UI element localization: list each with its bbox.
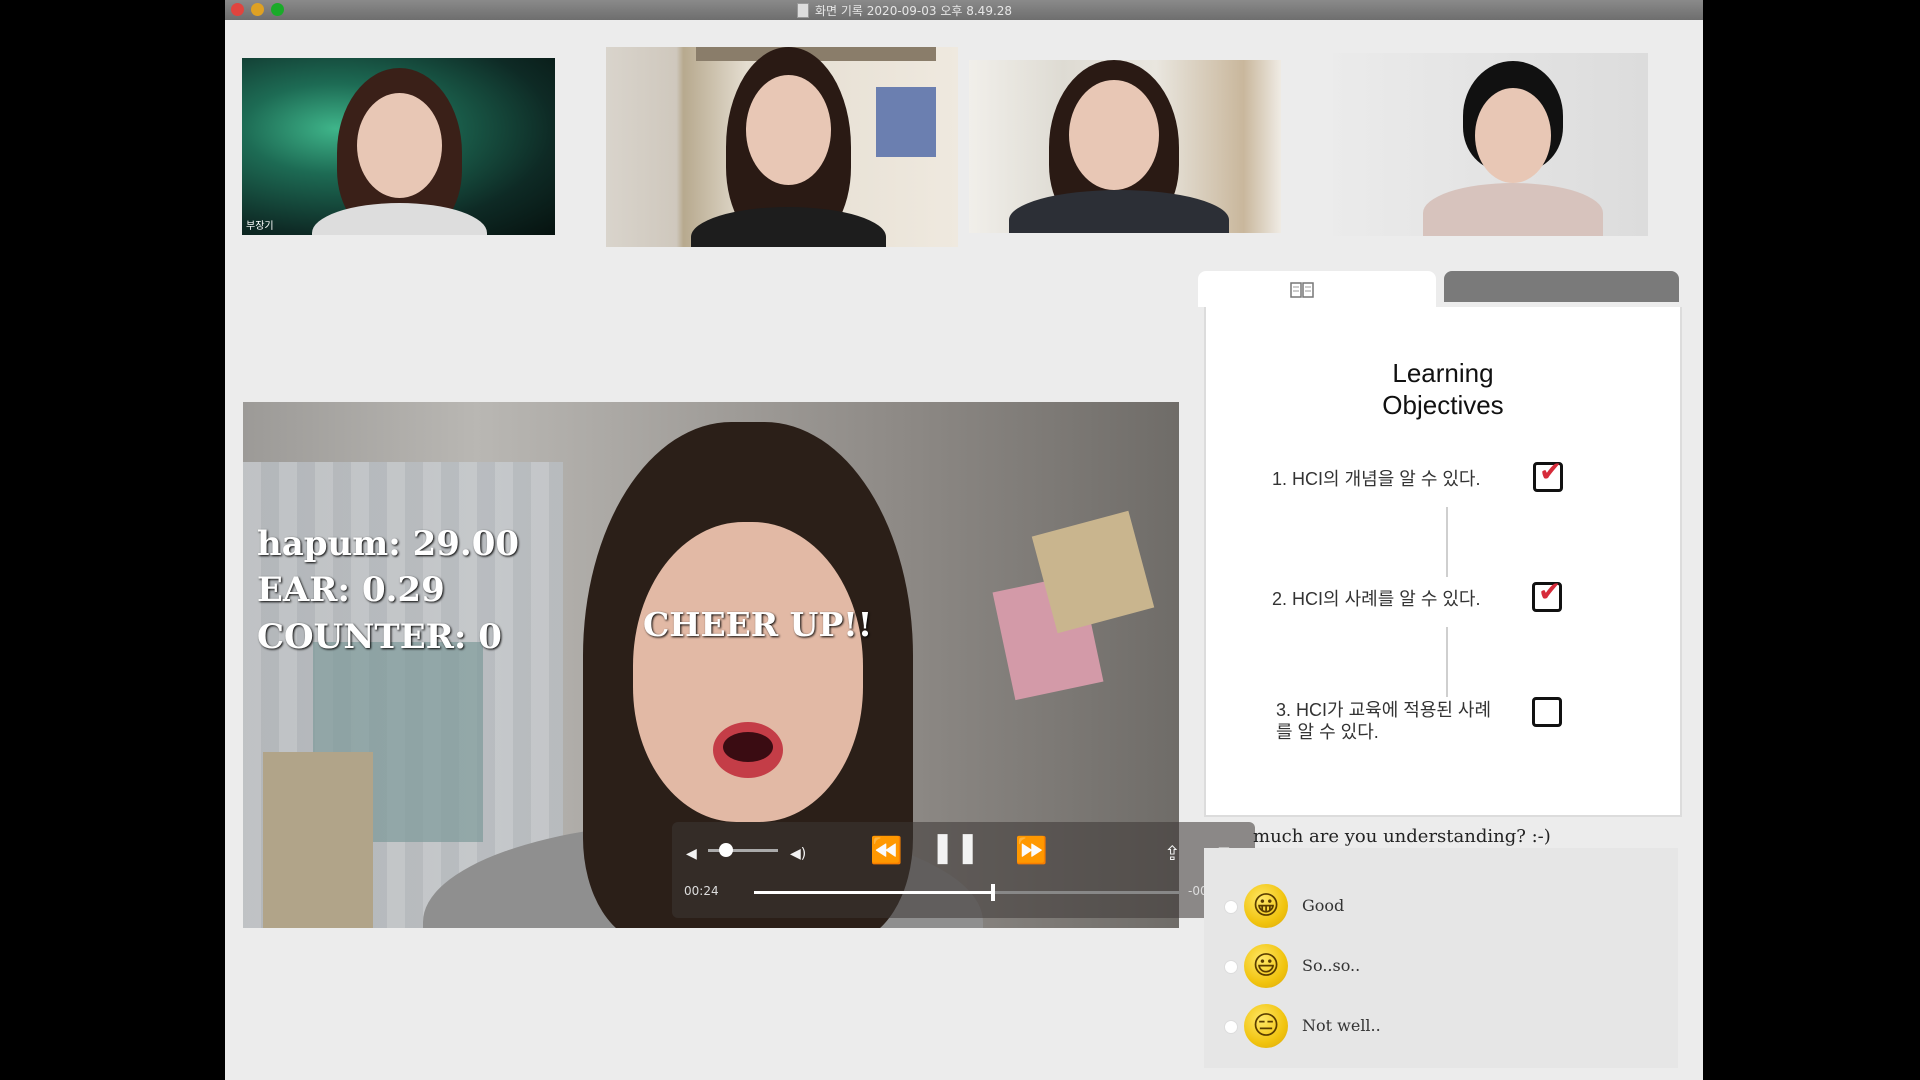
window-titlebar: 화면 기록 2020-09-03 오후 8.49.28 <box>225 0 1703 20</box>
participant-face <box>746 75 831 185</box>
screen-recording: 화면 기록 2020-09-03 오후 8.49.28 부장기 hapum: 2… <box>225 0 1703 1080</box>
participant-body <box>691 207 886 247</box>
poll-option-so-so[interactable]: 😃 So..so.. <box>1204 938 1678 994</box>
participant-tile-2[interactable] <box>606 47 958 247</box>
yawn-metric: hapum: 29.00 <box>257 524 520 564</box>
ear-metric: EAR: 0.29 <box>257 570 445 610</box>
volume-low-icon[interactable]: ◀ <box>686 841 697 867</box>
smiling-face-icon: 😃 <box>1244 944 1288 988</box>
poll-option-not-well[interactable]: 😑 Not well.. <box>1204 998 1678 1054</box>
bookshelf-books <box>876 87 936 157</box>
poll-option-label: Good <box>1302 896 1345 915</box>
participant-body <box>312 203 487 235</box>
poll-radio[interactable] <box>1224 960 1238 974</box>
understanding-poll: 😀 Good 😃 So..so.. 😑 Not well.. <box>1204 848 1678 1068</box>
document-icon <box>797 3 809 18</box>
time-elapsed: 00:24 <box>684 884 719 898</box>
learning-objectives-title: Learning Objectives <box>1206 357 1680 421</box>
poll-radio[interactable] <box>1224 1020 1238 1034</box>
close-window-button[interactable] <box>231 3 244 16</box>
objective-3-checkbox[interactable] <box>1532 697 1562 727</box>
maximize-window-button[interactable] <box>271 3 284 16</box>
objective-connector <box>1446 507 1448 577</box>
fast-forward-icon[interactable]: ⏩ <box>1015 838 1047 864</box>
video-background-frame <box>263 752 373 928</box>
poll-option-label: So..so.. <box>1302 956 1361 975</box>
participant-tile-1[interactable]: 부장기 <box>242 58 555 235</box>
volume-slider-knob[interactable] <box>718 843 733 857</box>
seek-bar-fill <box>754 891 993 894</box>
participant-face <box>357 93 442 198</box>
learning-objectives-title-line2: Objectives <box>1382 390 1504 420</box>
poll-radio[interactable] <box>1224 900 1238 914</box>
objective-1-checkbox[interactable]: ✔ <box>1533 455 1563 492</box>
tab-secondary[interactable] <box>1444 271 1679 302</box>
learning-objectives-title-line1: Learning <box>1392 358 1494 388</box>
poll-option-label: Not well.. <box>1302 1016 1381 1035</box>
objective-3-text: 3. HCI가 교육에 적용된 사례를 알 수 있다. <box>1276 700 1492 742</box>
video-player-controls: ◀ ◀) ⏪ ❚❚ ⏩ ⇪ ⧉ 00:24 -00:19 <box>672 822 1255 918</box>
minimize-window-button[interactable] <box>251 3 264 16</box>
participant-body <box>1423 183 1603 236</box>
grinning-face-icon: 😀 <box>1244 884 1288 928</box>
rewind-icon[interactable]: ⏪ <box>870 838 902 864</box>
participant-name-tag: 부장기 <box>246 221 274 232</box>
tab-learning-objectives[interactable] <box>1198 271 1436 307</box>
neutral-face-icon: 😑 <box>1244 1004 1288 1048</box>
cheer-up-message: CHEER UP!! <box>643 605 873 644</box>
student-mouth-inner <box>723 732 773 762</box>
checkmark-icon: ✔ <box>1538 575 1562 608</box>
participant-tile-4[interactable] <box>1333 53 1648 236</box>
understanding-poll-question: much are you understanding? :-) <box>1253 826 1551 847</box>
counter-metric: COUNTER: 0 <box>257 617 502 657</box>
objective-1-text: 1. HCI의 개념을 알 수 있다. <box>1272 469 1481 489</box>
seek-bar[interactable] <box>754 884 1180 901</box>
share-icon[interactable]: ⇪ <box>1164 840 1181 866</box>
volume-high-icon[interactable]: ◀) <box>790 841 806 867</box>
checkmark-icon: ✔ <box>1539 455 1563 488</box>
participant-body <box>1009 190 1229 233</box>
participant-tile-3[interactable] <box>969 60 1281 233</box>
book-icon <box>1290 282 1314 298</box>
learning-objectives-panel: Learning Objectives 1. HCI의 개념을 알 수 있다. … <box>1204 307 1682 817</box>
seek-bar-knob[interactable] <box>990 884 995 901</box>
window-title: 화면 기록 2020-09-03 오후 8.49.28 <box>815 4 1013 18</box>
objective-connector <box>1446 627 1448 697</box>
pause-icon[interactable]: ❚❚ <box>930 833 980 863</box>
participant-face <box>1475 88 1551 183</box>
poll-option-good[interactable]: 😀 Good <box>1204 878 1678 934</box>
participant-face <box>1069 80 1159 190</box>
objective-2-text: 2. HCI의 사례를 알 수 있다. <box>1272 589 1481 609</box>
objective-2-checkbox[interactable]: ✔ <box>1532 575 1562 612</box>
